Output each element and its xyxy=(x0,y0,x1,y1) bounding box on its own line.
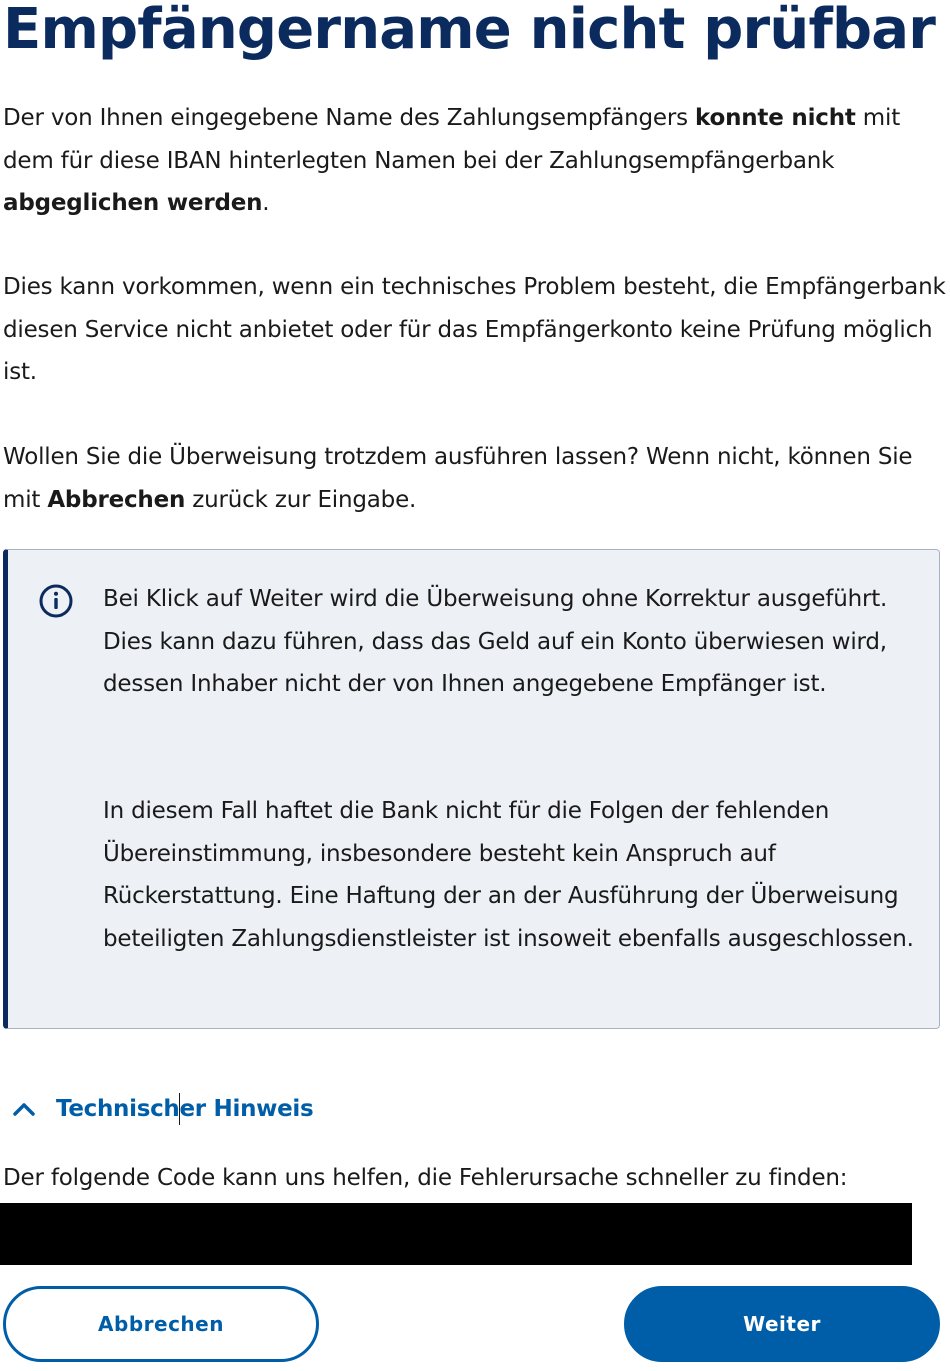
mismatch-text-1: Der von Ihnen eingegebene Name des Zahlu… xyxy=(3,105,695,131)
mismatch-bold-2: abgeglichen werden xyxy=(3,190,263,216)
liability-text-1: Bei Klick auf Weiter wird die Überweisun… xyxy=(103,586,888,697)
info-circle-icon xyxy=(39,584,73,618)
mismatch-bold-1: konnte nicht xyxy=(694,105,856,131)
chevron-up-icon xyxy=(13,1103,35,1116)
error-code-redacted xyxy=(0,1203,912,1265)
liability-info-box: Bei Klick auf Weiter wird die Überweisun… xyxy=(3,549,940,1029)
technical-note-description: Der folgende Code kann uns helfen, die F… xyxy=(3,1165,848,1191)
text-cursor xyxy=(179,1093,180,1125)
technical-note-toggle[interactable]: Technischer Hinweis xyxy=(8,1087,314,1131)
question-bold-cancel: Abbrechen xyxy=(47,486,186,513)
next-button[interactable]: Weiter xyxy=(624,1286,940,1362)
mismatch-text-3: . xyxy=(262,190,270,216)
mismatch-explanation: Der von Ihnen eingegebene Name des Zahlu… xyxy=(3,97,947,225)
technical-note-label: Technischer Hinweis xyxy=(56,1096,314,1122)
confirmation-question: Wollen Sie die Überweisung trotzdem ausf… xyxy=(3,436,947,521)
liability-text-2: In diesem Fall haftet die Bank nicht für… xyxy=(103,798,914,952)
reason-explanation: Dies kann vorkommen, wenn ein technische… xyxy=(3,274,946,385)
cancel-button[interactable]: Abbrechen xyxy=(3,1286,319,1362)
question-text-2: zurück zur Eingabe. xyxy=(185,486,417,513)
page-title: Empfängername nicht prüfbar xyxy=(3,0,936,62)
